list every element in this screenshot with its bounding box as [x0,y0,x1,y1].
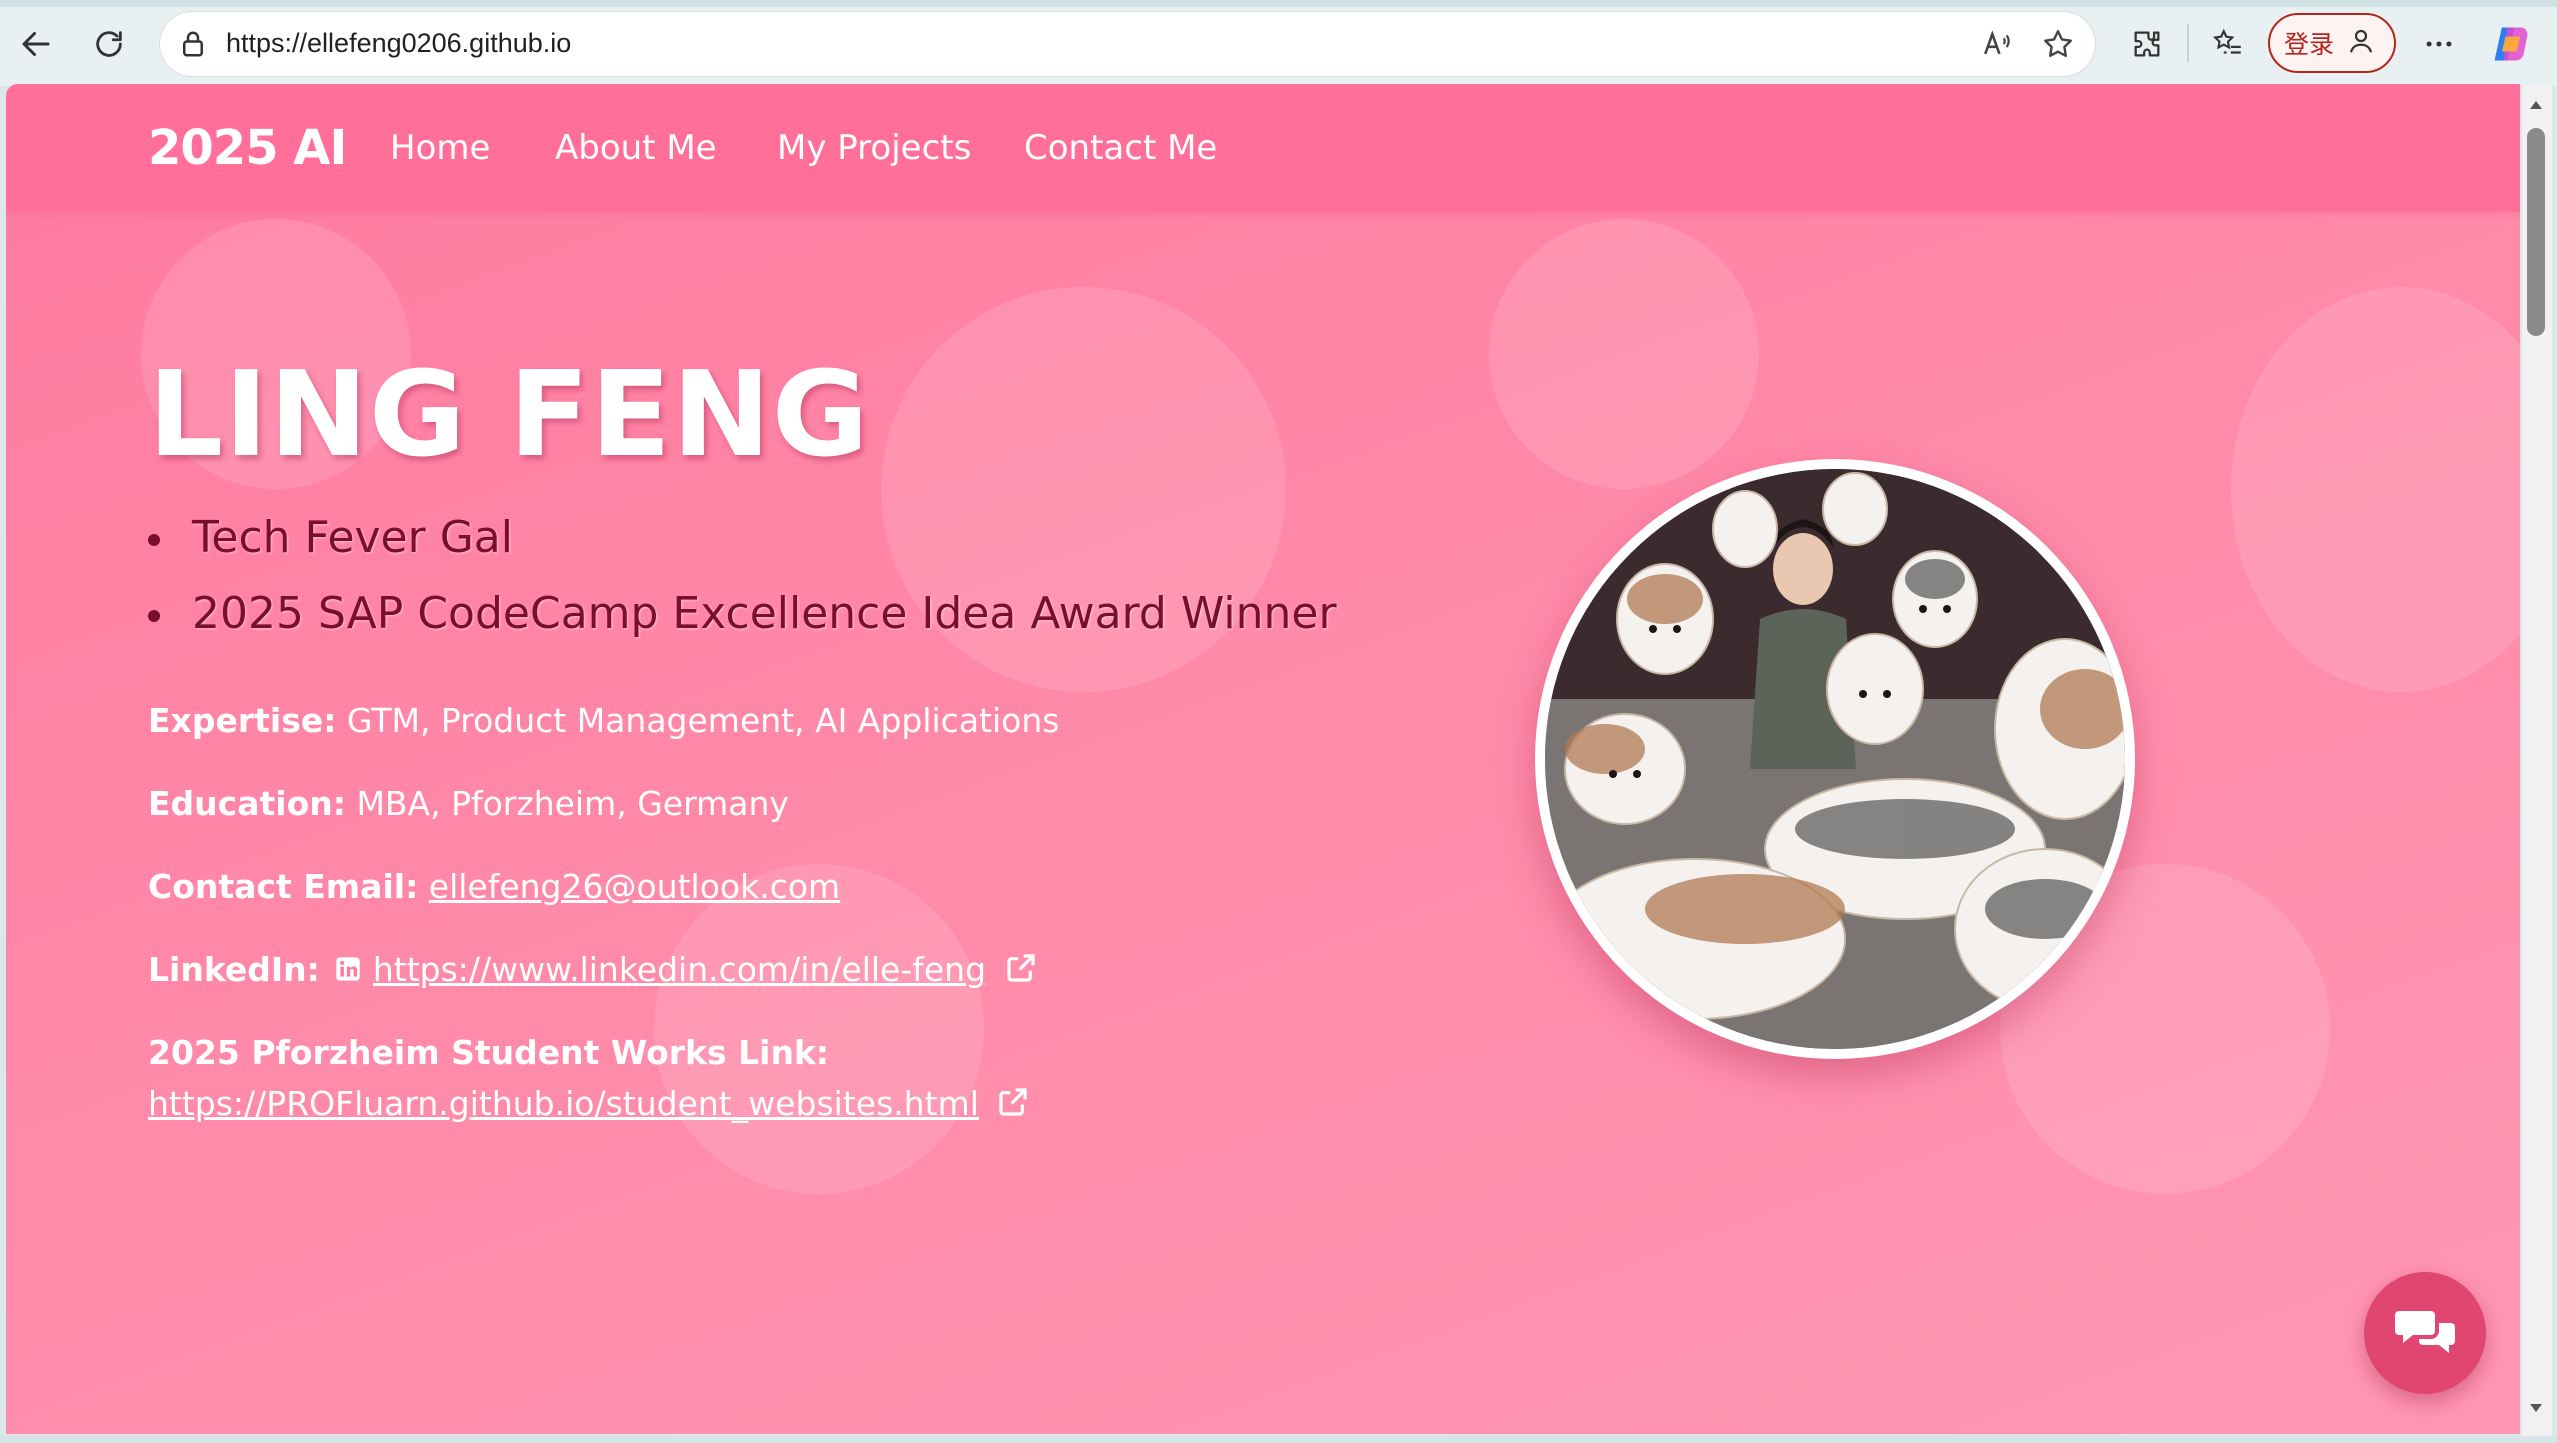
chat-bubbles-icon [2395,1311,2455,1353]
nav-home[interactable]: Home [390,128,490,168]
nav-contact-me[interactable]: Contact Me [1024,128,1217,168]
site-brand[interactable]: 2025 AI [148,120,347,176]
works-row: 2025 Pforzheim Student Works Link: [148,1033,829,1072]
more-menu-icon[interactable] [2415,20,2463,68]
browser-toolbar: https://ellefeng0206.github.io 登录 [0,0,2557,86]
works-label: 2025 Pforzheim Student Works Link: [148,1033,830,1072]
read-aloud-icon[interactable] [1980,26,2016,62]
email-label: Contact Email: [148,867,419,906]
expertise-label: Expertise: [148,701,337,740]
education-value: MBA, Pforzheim, Germany [356,784,789,823]
url-text[interactable]: https://ellefeng0206.github.io [226,28,571,59]
chat-button[interactable] [2364,1272,2486,1394]
works-link-row: https://PROFluarn.github.io/student_webs… [148,1084,1029,1126]
expertise-value: GTM, Product Management, AI Applications [346,701,1060,740]
address-bar[interactable]: https://ellefeng0206.github.io [160,12,2095,76]
expertise-row: Expertise: GTM, Product Management, AI A… [148,701,1059,740]
back-arrow-icon [22,32,50,56]
login-button[interactable]: 登录 [2268,13,2396,73]
reload-icon [96,31,122,57]
decorative-bubble [2231,287,2520,692]
hero-name: LING FENG [148,345,870,483]
education-label: Education: [148,784,346,823]
nav-about-me[interactable]: About Me [555,128,717,168]
profile-icon [2346,26,2376,61]
tagline-item: 2025 SAP CodeCamp Excellence Idea Award … [148,588,1337,639]
login-label: 登录 [2284,30,2335,59]
bullet-icon [148,610,160,622]
education-row: Education: MBA, Pforzheim, Germany [148,784,789,823]
profile-photo [1545,469,2125,1049]
email-row: Contact Email: ellefeng26@outlook.com [148,867,840,906]
linkedin-link[interactable]: https://www.linkedin.com/in/elle-feng [373,950,986,989]
reload-button[interactable] [85,20,133,68]
nav-my-projects[interactable]: My Projects [777,128,971,168]
tab-strip-edge [0,0,2557,7]
linkedin-icon [334,952,362,991]
page-viewport: 2025 AI Home About Me My Projects Contac… [6,84,2520,1434]
lock-icon[interactable] [178,28,208,65]
site-navbar: 2025 AI Home About Me My Projects Contac… [6,84,2520,212]
scroll-down-icon[interactable] [2528,1400,2544,1416]
linkedin-row: LinkedIn: https://www.linkedin.com/in/el… [148,950,1037,992]
favorite-star-icon[interactable] [2040,26,2076,62]
tagline-item: Tech Fever Gal [148,512,513,563]
copilot-icon[interactable] [2487,20,2535,68]
works-link[interactable]: https://PROFluarn.github.io/student_webs… [148,1084,979,1123]
back-button[interactable] [12,20,60,68]
scroll-thumb[interactable] [2527,128,2545,336]
external-link-icon[interactable] [997,1086,1029,1126]
profile-photo-frame [1535,459,2135,1059]
tagline-text: 2025 SAP CodeCamp Excellence Idea Award … [192,588,1337,639]
window-bottom-edge [0,1436,2557,1443]
scroll-up-icon[interactable] [2528,97,2544,113]
linkedin-label: LinkedIn: [148,950,320,989]
external-link-icon[interactable] [1005,952,1037,992]
favorites-list-icon[interactable] [2204,20,2252,68]
extensions-icon[interactable] [2123,20,2171,68]
toolbar-separator [2187,24,2189,62]
decorative-bubble [654,864,984,1194]
bullet-icon [148,534,160,546]
decorative-bubble [1489,219,1759,489]
email-link[interactable]: ellefeng26@outlook.com [429,867,840,906]
tagline-text: Tech Fever Gal [192,512,513,563]
